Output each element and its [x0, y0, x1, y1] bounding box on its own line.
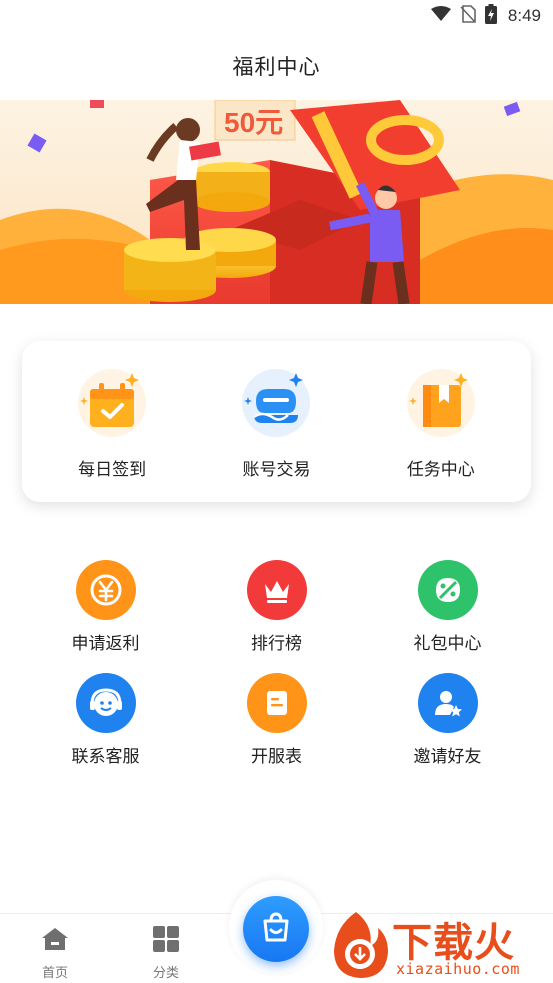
grid-label-gift-center: 礼包中心: [413, 634, 482, 654]
grid-label-apply-rebate: 申请返利: [71, 634, 140, 654]
coupon-text: 50元: [224, 107, 283, 138]
grid-label-leaderboard: 排行榜: [251, 634, 302, 654]
nav-item-category[interactable]: 分类: [131, 926, 201, 981]
grid-label-invite-friends: 邀请好友: [413, 747, 482, 767]
grid-label-server-schedule: 开服表: [251, 747, 302, 767]
shop-fab-button[interactable]: [243, 896, 309, 962]
grid-item-server-schedule[interactable]: 开服表: [199, 673, 354, 786]
nav-label-home: 首页: [41, 966, 68, 981]
gift-tag-icon: [417, 560, 478, 620]
nav-label-category: 分类: [152, 966, 179, 981]
grid-item-invite-friends[interactable]: 邀请好友: [370, 673, 525, 786]
grid-row: 申请返利 排行榜 礼包中心: [0, 560, 553, 673]
grid-item-leaderboard[interactable]: 排行榜: [199, 560, 354, 673]
headset-icon: [75, 673, 136, 733]
bookmark-task-icon: [403, 365, 479, 441]
watermark-url: xiazaihuo.com: [396, 960, 520, 978]
grid-icon: [152, 926, 180, 956]
header: 福利中心: [0, 32, 553, 100]
quick-item-account-trade[interactable]: 账号交易: [201, 341, 351, 502]
grid-row: 联系客服 开服表 邀请好友: [0, 673, 553, 786]
watermark-logo: 下载火 xiazaihuo.com: [326, 906, 551, 983]
yen-coin-icon: [75, 560, 136, 620]
status-time: 8:49: [507, 6, 541, 25]
grid-item-apply-rebate[interactable]: 申请返利: [28, 560, 183, 673]
status-bar: 8:49: [0, 0, 553, 32]
battery-charging-icon: [484, 4, 497, 28]
quick-actions-card: 每日签到 账号交易 任务中心: [22, 341, 531, 502]
page-title: 福利中心: [232, 55, 321, 79]
feature-grid: 申请返利 排行榜 礼包中心 联系客服 开服表 邀请好友: [0, 560, 553, 786]
promo-banner[interactable]: 50元: [0, 100, 553, 304]
nav-item-home[interactable]: 首页: [20, 926, 90, 981]
quick-label-daily-signin: 每日签到: [78, 460, 147, 480]
home-icon: [40, 926, 70, 956]
quick-label-task-center: 任务中心: [406, 460, 475, 480]
shopping-bag-icon: [259, 910, 293, 948]
quick-item-task-center[interactable]: 任务中心: [366, 341, 516, 502]
no-sim-icon: [460, 5, 476, 27]
wifi-icon: [430, 6, 451, 26]
document-icon: [246, 673, 307, 733]
grid-item-gift-center[interactable]: 礼包中心: [370, 560, 525, 673]
quick-item-daily-signin[interactable]: 每日签到: [37, 341, 187, 502]
calendar-check-icon: [74, 365, 150, 441]
quick-label-account-trade: 账号交易: [242, 460, 311, 480]
crown-icon: [246, 560, 307, 620]
user-star-icon: [417, 673, 478, 733]
grid-item-contact-support[interactable]: 联系客服: [28, 673, 183, 786]
grid-label-contact-support: 联系客服: [71, 747, 140, 767]
game-controller-icon: [238, 365, 314, 441]
